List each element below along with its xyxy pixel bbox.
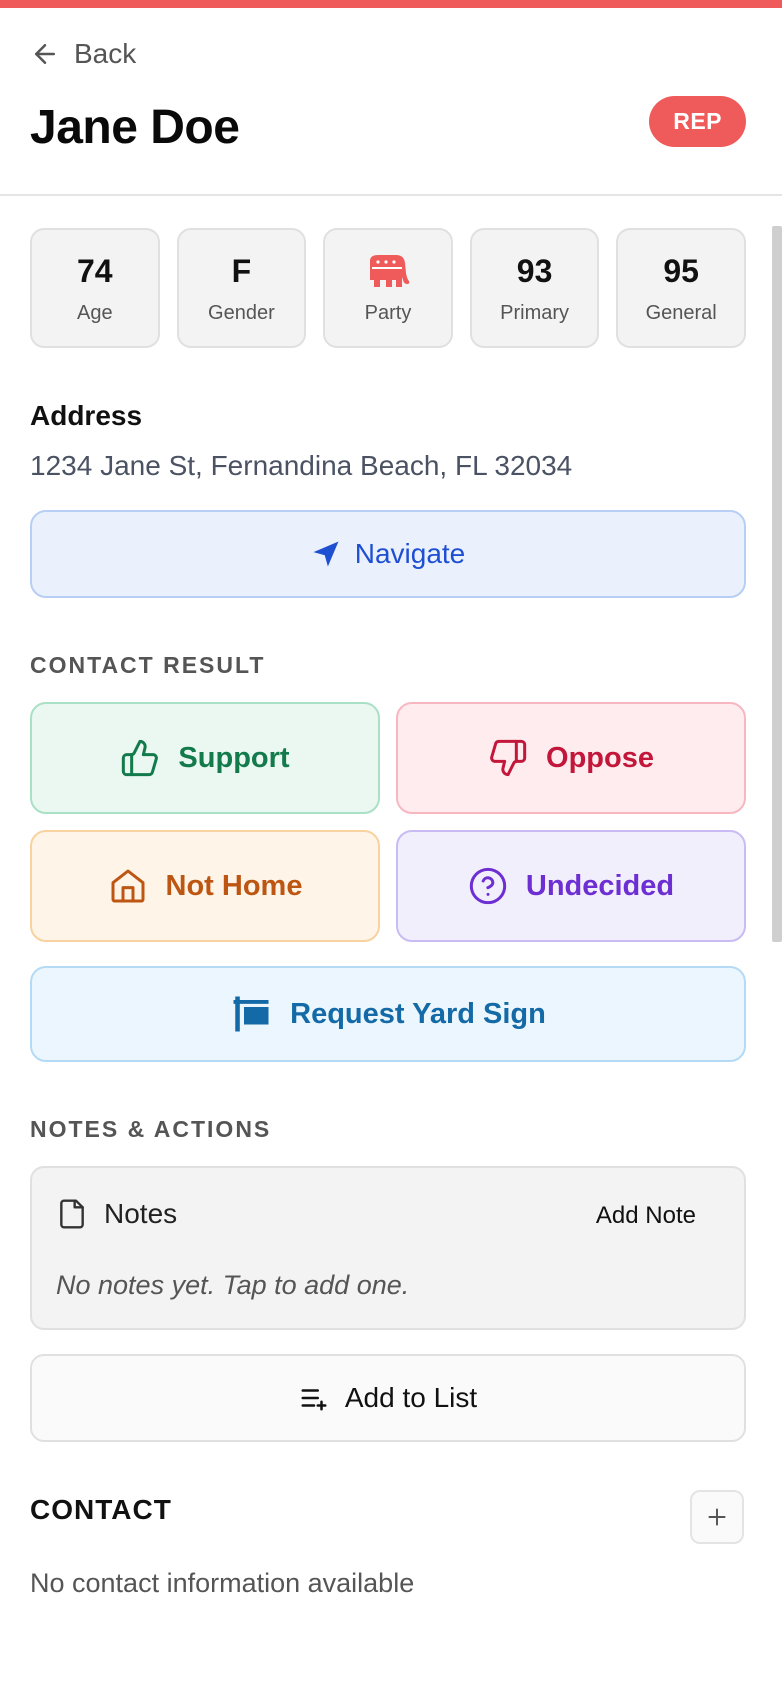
plus-icon [708, 1508, 726, 1526]
file-icon [60, 1199, 84, 1229]
thumbs-up-icon [122, 739, 159, 777]
voter-header: Back Jane Doe REP [0, 8, 782, 196]
not-home-button[interactable]: Not Home [30, 830, 380, 942]
notes-title: Notes [56, 1198, 177, 1230]
contact-heading: CONTACT [30, 1494, 172, 1525]
back-label: Back [74, 38, 137, 69]
notes-empty-text[interactable]: No notes yet. Tap to add one. [56, 1270, 409, 1301]
scrollbar[interactable] [772, 226, 782, 942]
support-label: Support [178, 741, 290, 774]
stat-general: 95 General [616, 228, 746, 348]
arrow-left-icon [35, 44, 55, 64]
list-plus-icon [301, 1389, 327, 1411]
notes-card: Notes Add Note No notes yet. Tap to add … [30, 1166, 746, 1330]
question-circle-icon [469, 867, 507, 905]
not-home-label: Not Home [165, 869, 303, 902]
support-button[interactable]: Support [30, 702, 380, 814]
navigate-button[interactable]: Navigate [30, 510, 746, 598]
party-badge: REP [649, 96, 746, 147]
stat-label: Party [364, 301, 412, 324]
navigation-arrow-icon [313, 541, 339, 567]
add-to-list-button[interactable]: Add to List [30, 1354, 746, 1442]
voter-name: Jane Doe [30, 101, 240, 154]
stat-primary: 93 Primary [469, 228, 600, 348]
oppose-button[interactable]: Oppose [396, 702, 746, 814]
add-contact-button[interactable] [690, 1490, 744, 1544]
contact-empty-text: No contact information available [30, 1568, 415, 1598]
stat-value: 74 [77, 253, 113, 289]
add-note-button[interactable]: Add Note [596, 1202, 696, 1230]
stat-label: Gender [208, 301, 275, 324]
stat-value: F [231, 253, 252, 289]
stat-party: Party [323, 228, 453, 348]
notes-actions-heading: NOTES & ACTIONS [30, 1116, 272, 1142]
notes-title-label: Notes [104, 1198, 178, 1229]
accent-bar [0, 0, 782, 8]
undecided-label: Undecided [525, 869, 675, 902]
request-yard-sign-button[interactable]: Request Yard Sign [30, 966, 746, 1062]
stat-value [366, 252, 410, 292]
stat-label: Primary [500, 301, 570, 324]
contact-result-heading: CONTACT RESULT [30, 652, 266, 678]
undecided-button[interactable]: Undecided [396, 830, 746, 942]
yard-sign-label: Request Yard Sign [290, 997, 546, 1030]
oppose-label: Oppose [546, 741, 654, 774]
stat-gender: F Gender [176, 228, 307, 348]
navigate-label: Navigate [354, 538, 466, 569]
back-button[interactable]: Back [30, 38, 136, 70]
stat-value: 95 [663, 253, 699, 289]
address-value: 1234 Jane St, Fernandina Beach, FL 32034 [30, 450, 573, 481]
thumbs-down-icon [490, 739, 527, 777]
stat-label: General [645, 301, 717, 324]
stat-value: 93 [516, 253, 553, 289]
stat-age: 74 Age [30, 228, 160, 348]
yard-sign-icon [233, 996, 269, 1032]
stat-label: Age [77, 301, 113, 324]
address-label: Address [30, 400, 143, 431]
elephant-icon [369, 254, 410, 287]
add-to-list-label: Add to List [344, 1382, 478, 1413]
stats-row: 74 Age F Gender Party 93 Primary 95 Gene… [30, 228, 746, 348]
home-icon [111, 869, 145, 903]
